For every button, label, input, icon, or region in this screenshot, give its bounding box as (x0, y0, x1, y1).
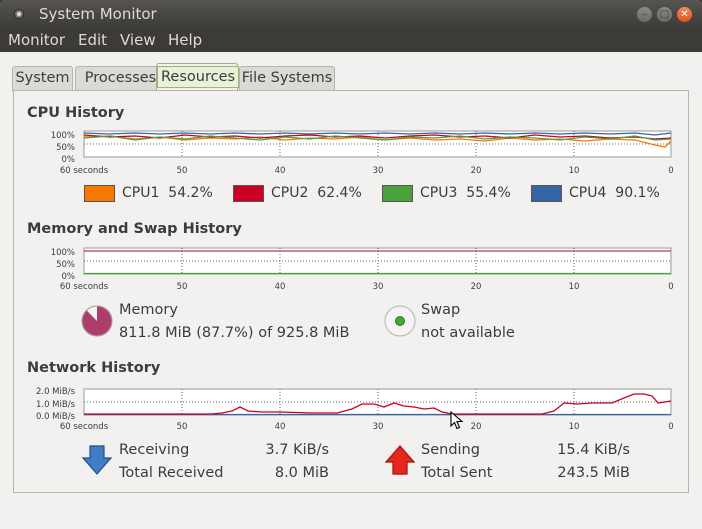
menu-help[interactable]: Help (168, 31, 202, 49)
memory-history-graph: 100% 50% 0% 60 seconds 50 40 30 20 10 0 (51, 247, 674, 292)
total-received-label: Total Received (119, 465, 224, 481)
memory-xtick: 10 (569, 282, 580, 292)
cpu-xtick: 10 (569, 166, 580, 176)
receiving-label: Receiving (119, 442, 190, 458)
cpu3-name: CPU3 (420, 185, 458, 201)
receiving-arrow-icon[interactable] (81, 444, 113, 476)
cpu1-name: CPU1 (122, 185, 160, 201)
cpu1-value: 54.2% (168, 185, 213, 201)
cpu-xtick: 50 (177, 166, 188, 176)
system-monitor-window: System Monitor – □ ✕ Monitor Edit View H… (0, 0, 702, 529)
menu-edit[interactable]: Edit (78, 31, 107, 49)
cpu-ytick: 100% (51, 131, 75, 141)
swap-value: not available (421, 325, 515, 341)
memory-ytick: 0% (62, 272, 76, 282)
cpu2-value: 62.4% (317, 185, 362, 201)
tab-resources[interactable]: Resources (156, 63, 240, 91)
network-xtick: 40 (275, 422, 286, 432)
memory-history-title: Memory and Swap History (27, 221, 242, 237)
maximize-icon[interactable]: □ (657, 7, 672, 22)
memory-pie-icon[interactable] (81, 305, 113, 337)
total-sent-value: 243.5 MiB (557, 465, 630, 481)
memory-value: 811.8 MiB (87.7%) of 925.8 MiB (119, 325, 350, 341)
network-xtick: 20 (471, 422, 482, 432)
network-xtick: 60 seconds (60, 422, 109, 432)
tab-resources-label: Resources (157, 66, 240, 88)
cpu-xtick: 40 (275, 166, 286, 176)
cpu3-value: 55.4% (466, 185, 511, 201)
menu-view[interactable]: View (120, 31, 156, 49)
swap-pie-icon[interactable] (384, 305, 416, 337)
cpu4-legend: CPU4 90.1% (569, 185, 660, 201)
cpu2-legend: CPU2 62.4% (271, 185, 362, 201)
cpu-xtick: 60 seconds (60, 166, 109, 176)
menu-monitor[interactable]: Monitor (8, 31, 65, 49)
cpu-history-title: CPU History (27, 105, 125, 121)
network-xtick: 10 (569, 422, 580, 432)
app-icon (14, 9, 24, 19)
cpu-ytick: 0% (62, 155, 76, 165)
title-bar: System Monitor – □ ✕ (0, 0, 702, 28)
network-history-title: Network History (27, 360, 161, 376)
memory-xtick: 40 (275, 282, 286, 292)
cpu3-color-swatch[interactable] (382, 185, 413, 202)
memory-xtick: 60 seconds (60, 282, 109, 292)
network-xtick: 0 (668, 422, 673, 432)
total-sent-label: Total Sent (421, 465, 493, 481)
tab-system[interactable]: System (12, 66, 73, 91)
network-history-graph: 2.0 MiB/s 1.0 MiB/s 0.0 MiB/s 60 seconds… (36, 387, 674, 432)
cpu1-legend: CPU1 54.2% (122, 185, 213, 201)
cpu3-legend: CPU3 55.4% (420, 185, 511, 201)
sending-arrow-icon[interactable] (384, 444, 416, 476)
memory-ytick: 100% (51, 248, 75, 258)
memory-xtick: 20 (471, 282, 482, 292)
tab-processes[interactable]: Processes (75, 66, 166, 91)
cpu2-name: CPU2 (271, 185, 309, 201)
network-ytick: 1.0 MiB/s (36, 400, 76, 410)
network-xtick: 30 (373, 422, 384, 432)
memory-ytick: 50% (56, 260, 75, 270)
cpu-ytick: 50% (56, 143, 75, 153)
sending-value: 15.4 KiB/s (557, 442, 630, 458)
cpu-xtick: 0 (668, 166, 673, 176)
network-xtick: 50 (177, 422, 188, 432)
cpu-xtick: 20 (471, 166, 482, 176)
close-icon[interactable]: ✕ (677, 7, 692, 22)
receiving-value: 3.7 KiB/s (265, 442, 329, 458)
cpu1-color-swatch[interactable] (84, 185, 115, 202)
window-title: System Monitor (39, 5, 157, 23)
total-received-value: 8.0 MiB (274, 465, 329, 481)
mouse-cursor-icon (450, 411, 464, 430)
network-ytick: 0.0 MiB/s (36, 412, 76, 422)
cpu-history-graph: 100% 50% 0% 60 seconds 50 40 30 20 10 0 (51, 130, 674, 176)
minimize-icon[interactable]: – (637, 7, 652, 22)
memory-pie-slice (82, 306, 112, 336)
cpu4-value: 90.1% (615, 185, 660, 201)
cpu-xtick: 30 (373, 166, 384, 176)
menu-bar: Monitor Edit View Help (0, 28, 702, 52)
cpu2-color-swatch[interactable] (233, 185, 264, 202)
memory-label: Memory (119, 302, 178, 318)
cpu4-color-swatch[interactable] (531, 185, 562, 202)
swap-label: Swap (421, 302, 461, 318)
network-ytick: 2.0 MiB/s (36, 387, 76, 397)
sending-label: Sending (421, 442, 480, 458)
memory-xtick: 50 (177, 282, 188, 292)
memory-xtick: 0 (668, 282, 673, 292)
cpu4-name: CPU4 (569, 185, 607, 201)
memory-xtick: 30 (373, 282, 384, 292)
tab-file-systems[interactable]: File Systems (239, 66, 335, 91)
